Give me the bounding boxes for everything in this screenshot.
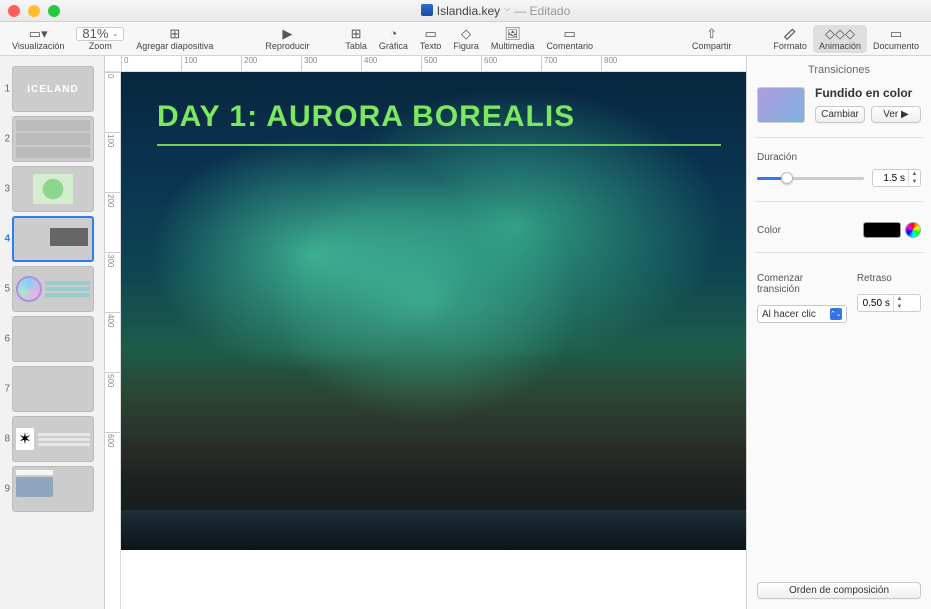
document-filename: Islandia.key	[437, 4, 500, 18]
slide-canvas-area: 0100200300400500600700800 01002003004005…	[105, 56, 746, 609]
animate-icon: ◇◇◇	[825, 27, 855, 41]
slide-divider-line[interactable]	[157, 144, 721, 146]
view-icon: ▭▾	[29, 27, 48, 41]
document-button[interactable]: ▭ Documento	[867, 25, 925, 53]
chevron-up-down-icon: ⌃⌄	[830, 308, 842, 320]
share-button[interactable]: ⇧ Compartir	[686, 25, 738, 53]
horizontal-ruler: 0100200300400500600700800	[105, 56, 746, 72]
slide-thumbnail[interactable]: 7	[12, 366, 100, 412]
start-transition-select[interactable]: Al hacer clic ⌃⌄	[757, 305, 847, 323]
comment-icon: ▭	[564, 27, 576, 41]
fullscreen-window-button[interactable]	[48, 5, 60, 17]
slide-navigator[interactable]: 1ICELAND 2 3 4 5 6 7 8✶ 9	[0, 56, 105, 609]
add-slide-button[interactable]: ⊞ Agregar diapositiva	[130, 25, 219, 53]
preview-transition-button[interactable]: Ver ▶	[871, 106, 921, 123]
media-icon: 🖼	[504, 27, 521, 41]
chart-icon: ◔	[389, 27, 397, 41]
slide-thumbnail[interactable]: 6	[12, 316, 100, 362]
main-toolbar: ▭▾ Visualización 81%⌄ Zoom ⊞ Agregar dia…	[0, 22, 931, 56]
delay-input[interactable]	[858, 296, 893, 311]
slide-thumbnail[interactable]: 2	[12, 116, 100, 162]
inspector-panel: Transiciones Fundido en color Cambiar Ve…	[746, 56, 931, 609]
duration-label: Duración	[757, 152, 921, 163]
view-button[interactable]: ▭▾ Visualización	[6, 25, 70, 53]
slide-thumbnail-selected[interactable]: 4	[12, 216, 100, 262]
animate-button[interactable]: ◇◇◇ Animación	[813, 25, 867, 53]
plus-icon: ⊞	[169, 27, 180, 41]
slide-title-text[interactable]: DAY 1: AURORA BOREALIS	[157, 100, 575, 134]
comment-button[interactable]: ▭ Comentario	[540, 25, 599, 53]
chart-button[interactable]: ◔ Gráfica	[373, 25, 414, 53]
stepper-up-icon[interactable]: ▲	[894, 295, 905, 303]
change-transition-button[interactable]: Cambiar	[815, 106, 865, 123]
stepper-down-icon[interactable]: ▼	[894, 303, 905, 311]
zoom-button[interactable]: 81%⌄ Zoom	[70, 25, 130, 53]
play-icon: ▶	[282, 27, 292, 41]
table-icon: ⊞	[351, 27, 362, 41]
stepper-down-icon[interactable]: ▼	[909, 178, 920, 186]
color-picker-icon[interactable]	[905, 222, 921, 238]
color-swatch-button[interactable]	[863, 222, 901, 238]
divider	[755, 201, 923, 202]
close-window-button[interactable]	[8, 5, 20, 17]
document-status: — Editado	[514, 4, 570, 18]
media-button[interactable]: 🖼 Multimedia	[485, 25, 541, 53]
divider	[755, 252, 923, 253]
share-icon: ⇧	[706, 27, 717, 41]
duration-input[interactable]	[873, 171, 908, 186]
slide-thumbnail[interactable]: 5	[12, 266, 100, 312]
document-icon: ▭	[890, 27, 902, 41]
window-titlebar: Islandia.key ⌵ — Editado	[0, 0, 931, 22]
color-label: Color	[757, 225, 781, 236]
shape-button[interactable]: ◇ Figura	[447, 25, 485, 53]
zoom-value-box[interactable]: 81%⌄	[76, 27, 124, 41]
build-order-button[interactable]: Orden de composición	[757, 582, 921, 599]
table-button[interactable]: ⊞ Tabla	[339, 25, 373, 53]
delay-stepper[interactable]: ▲▼	[857, 294, 921, 312]
start-transition-label: Comenzar transición	[757, 273, 847, 295]
duration-slider[interactable]	[757, 177, 864, 180]
shape-icon: ◇	[461, 27, 471, 41]
delay-label: Retraso	[857, 273, 921, 284]
format-icon	[783, 27, 797, 41]
slide-thumbnail[interactable]: 1ICELAND	[12, 66, 100, 112]
text-button[interactable]: ▭ Texto	[414, 25, 448, 53]
duration-stepper[interactable]: ▲▼	[872, 169, 921, 187]
slide-thumbnail[interactable]: 3	[12, 166, 100, 212]
inspector-tab-title: Transiciones	[757, 56, 921, 86]
slide-thumbnail[interactable]: 9	[12, 466, 100, 512]
transition-preview-swatch[interactable]	[757, 87, 805, 123]
chevron-down-icon[interactable]: ⌵	[504, 4, 510, 18]
format-button[interactable]: Formato	[767, 25, 813, 53]
window-title: Islandia.key ⌵ — Editado	[68, 4, 923, 18]
text-icon: ▭	[425, 27, 437, 41]
minimize-window-button[interactable]	[28, 5, 40, 17]
transition-effect-name: Fundido en color	[815, 86, 921, 100]
slide-viewport[interactable]: DAY 1: AURORA BOREALIS	[121, 72, 746, 609]
stepper-up-icon[interactable]: ▲	[909, 170, 920, 178]
slide-content[interactable]: DAY 1: AURORA BOREALIS	[121, 72, 746, 550]
divider	[755, 137, 923, 138]
slide-thumbnail[interactable]: 8✶	[12, 416, 100, 462]
vertical-ruler: 0100200300400500600	[105, 72, 121, 609]
play-button[interactable]: ▶ Reproducir	[259, 25, 315, 53]
document-icon	[421, 4, 433, 16]
